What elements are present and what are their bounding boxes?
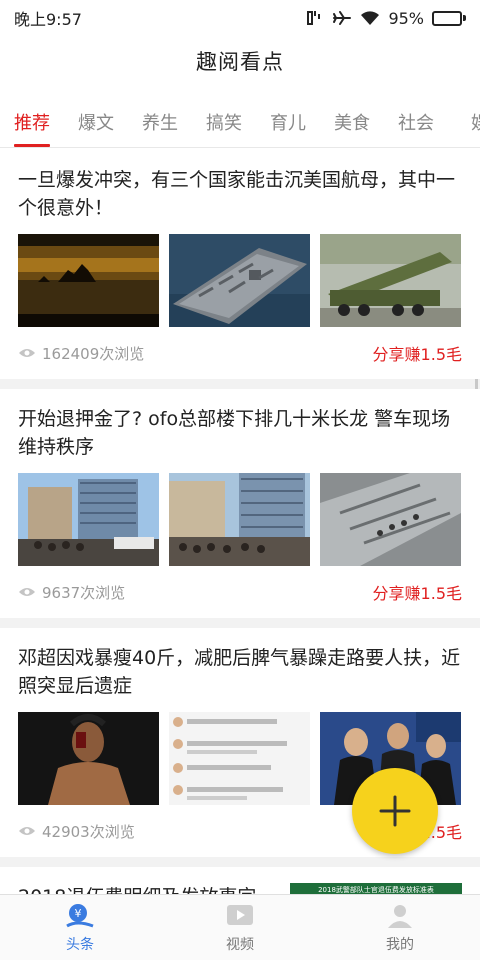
nav-item-video[interactable]: 视频	[160, 895, 320, 960]
article-meta: 162409次浏览 分享赚1.5毛	[18, 341, 462, 365]
category-tabs: 推荐 爆文 养生 搞笑 育儿 美食 社会 娱	[0, 104, 480, 148]
view-count-text: 9637次浏览	[42, 583, 126, 602]
eye-icon	[19, 827, 35, 835]
tab-viral[interactable]: 爆文	[64, 104, 128, 147]
wifi-icon	[361, 11, 380, 25]
tab-parenting[interactable]: 育儿	[256, 104, 320, 147]
nav-label-profile: 我的	[386, 936, 414, 953]
tab-health[interactable]: 养生	[128, 104, 192, 147]
article-card[interactable]: 一旦爆发冲突，有三个国家能击沉美国航母，其中一个很意外！ 162409次浏览 分…	[0, 150, 480, 379]
tab-food[interactable]: 美食	[320, 104, 384, 147]
missile-truck-image	[320, 234, 461, 327]
profile-icon	[388, 904, 412, 928]
article-card[interactable]: 2018退伍费明细及发放事宜，涉及改革有说法了！ 2018武警部队士官退伍费发放…	[0, 867, 480, 894]
bottom-nav: ¥ 头条 视频 我的	[0, 894, 480, 960]
status-icons: 95%	[306, 9, 466, 28]
aircraft-carrier-image	[169, 234, 310, 327]
status-time: 晚上9:57	[14, 10, 82, 29]
tab-society[interactable]: 社会	[384, 104, 448, 147]
article-title[interactable]: 邓超因戏暴瘦40斤，减肥后脾气暴躁走路要人扶，近照突显后遗症	[18, 644, 462, 700]
share-earn-link[interactable]: 分享赚1.5毛	[373, 580, 462, 604]
battery-percent: 95%	[388, 8, 424, 28]
article-card[interactable]: 开始退押金了? ofo总部楼下排几十米长龙 警车现场维持秩序 9637次浏览 分…	[0, 389, 480, 618]
crowd-building-image	[18, 473, 159, 566]
table-caption: 2018武警部队士官退伍费发放标准表	[318, 885, 434, 894]
plus-icon	[379, 795, 411, 827]
article-images	[18, 473, 462, 566]
tab-recommend[interactable]: 推荐	[0, 104, 64, 147]
article-title[interactable]: 一旦爆发冲突，有三个国家能击沉美国航母，其中一个很意外！	[18, 166, 462, 222]
view-count: 9637次浏览	[18, 582, 125, 603]
eye-icon	[19, 588, 35, 596]
view-count-text: 42903次浏览	[42, 822, 135, 841]
nav-item-profile[interactable]: 我的	[320, 895, 480, 960]
comment-screenshot-image	[169, 712, 310, 805]
airplane-icon	[333, 11, 352, 25]
article-title[interactable]: 2018退伍费明细及发放事宜，涉及改革有说法了！	[18, 883, 278, 894]
view-count-text: 162409次浏览	[42, 344, 145, 363]
page-title: 趣阅看点	[196, 50, 284, 74]
queue-street-image	[169, 473, 310, 566]
actor-selfie-image	[18, 712, 159, 805]
svg-text:¥: ¥	[75, 907, 82, 920]
nav-label-headline: 头条	[66, 936, 94, 953]
nav-label-video: 视频	[226, 936, 254, 953]
tab-funny[interactable]: 搞笑	[192, 104, 256, 147]
share-earn-link[interactable]: 分享赚1.5毛	[373, 341, 462, 365]
view-count: 162409次浏览	[18, 343, 144, 364]
article-title[interactable]: 开始退押金了? ofo总部楼下排几十米长龙 警车现场维持秩序	[18, 405, 462, 461]
video-icon	[227, 904, 253, 925]
article-images	[18, 234, 462, 327]
headline-icon: ¥	[66, 903, 94, 927]
nav-item-headline[interactable]: ¥ 头条	[0, 895, 160, 960]
status-bar: 晚上9:57 95%	[0, 0, 480, 36]
battery-icon	[432, 10, 466, 26]
tab-entertainment[interactable]: 娱	[448, 104, 480, 147]
mute-icon	[307, 11, 321, 25]
add-fab-button[interactable]	[352, 768, 438, 854]
pay-table-image: 2018武警部队士官退伍费发放标准表	[290, 883, 462, 894]
aerial-view-image	[320, 473, 461, 566]
view-count: 42903次浏览	[18, 821, 135, 842]
eye-icon	[19, 349, 35, 357]
article-meta: 9637次浏览 分享赚1.5毛	[18, 580, 462, 604]
sunset-islands-image	[18, 234, 159, 327]
